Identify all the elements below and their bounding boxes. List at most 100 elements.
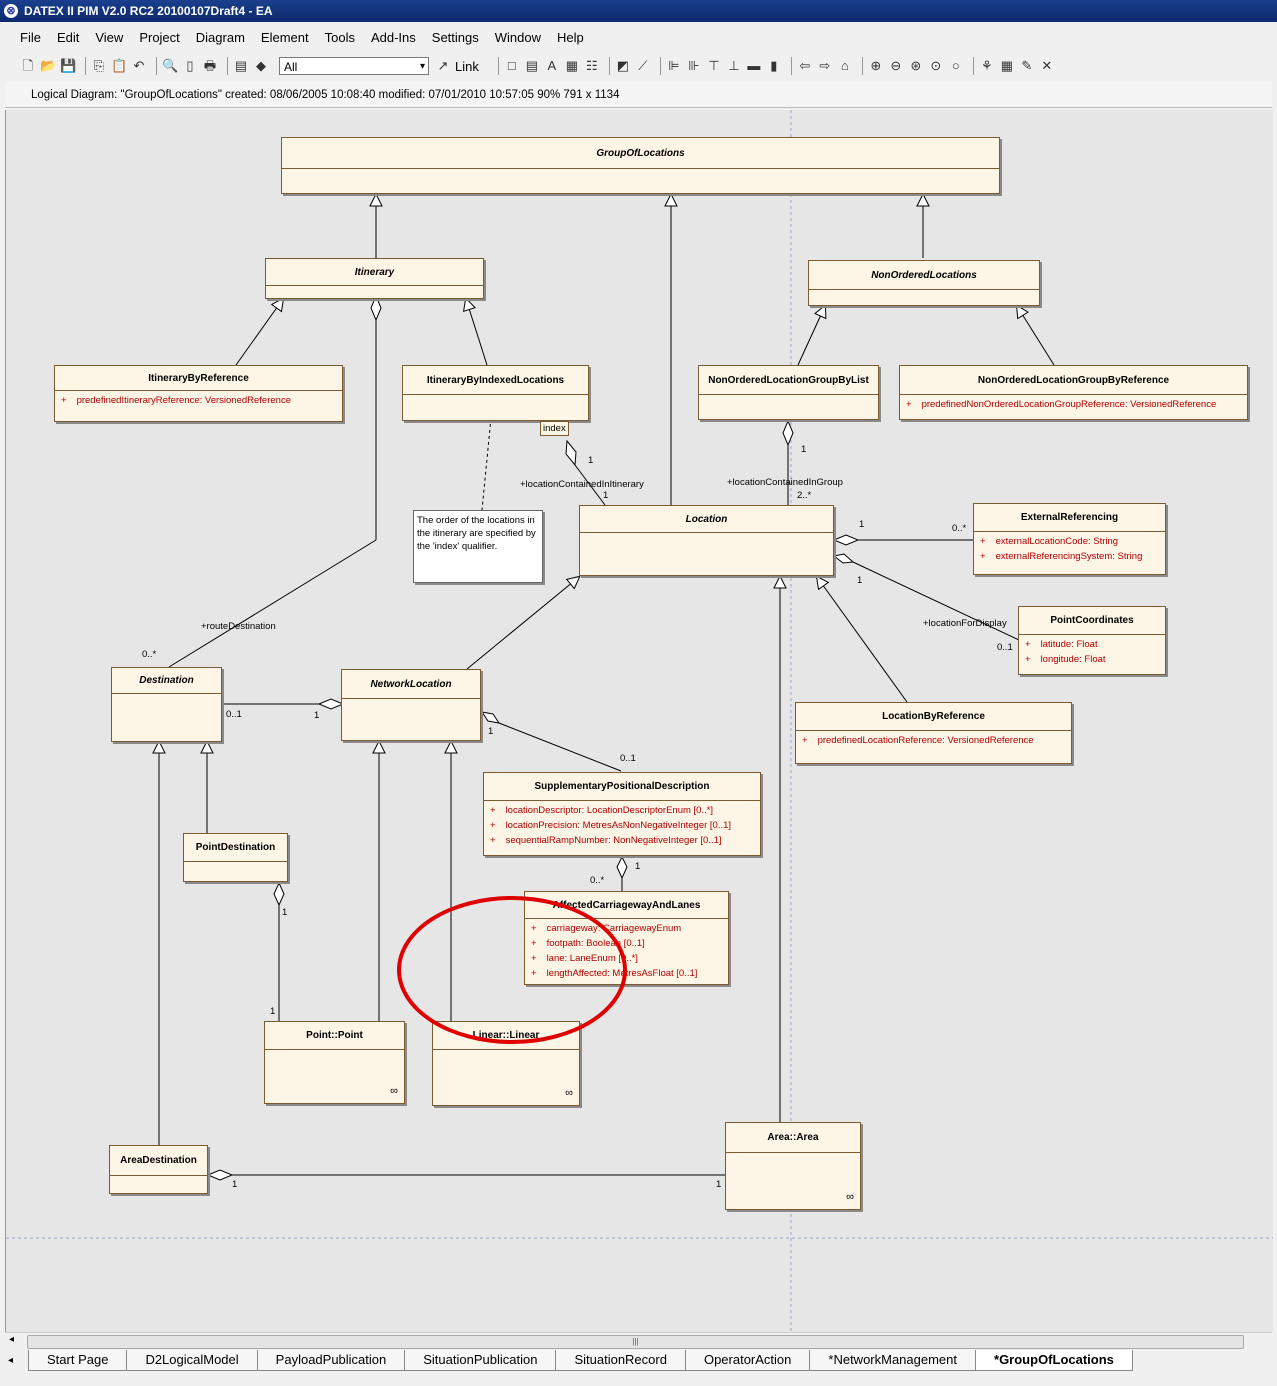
multiplicity-label: 1 <box>859 519 865 530</box>
forward-icon[interactable]: ⇨ <box>817 58 833 74</box>
class-non-ordered-by-reference[interactable]: NonOrderedLocationGroupByReference + pred… <box>899 365 1248 420</box>
book-icon[interactable]: ◆ <box>253 58 269 74</box>
multiplicity-label: 0..1 <box>997 642 1013 653</box>
menu-add-ins[interactable]: Add-Ins <box>371 30 416 45</box>
close-icon[interactable]: ✕ <box>1039 58 1055 74</box>
class-name: NonOrderedLocations <box>809 261 1039 290</box>
menu-file[interactable]: File <box>20 30 41 45</box>
menu-edit[interactable]: Edit <box>57 30 79 45</box>
zoom-fit-icon[interactable]: ⊛ <box>908 58 924 74</box>
same-height-icon[interactable]: ▮ <box>766 58 782 74</box>
align-left-icon[interactable]: ⊫ <box>666 58 682 74</box>
legend-icon[interactable]: ☷ <box>584 58 600 74</box>
undo-icon[interactable]: ↶ <box>131 58 147 74</box>
class-point-coordinates[interactable]: PointCoordinates + latitude: Float + longi… <box>1018 606 1166 675</box>
link-arrow-icon[interactable]: ↗ <box>435 58 451 74</box>
class-location-by-reference[interactable]: LocationByReference + predefinedLocationR… <box>795 702 1072 764</box>
class-point[interactable]: Point::Point ∞ <box>264 1021 405 1104</box>
zoom-out-icon[interactable]: ⊖ <box>888 58 904 74</box>
menu-help[interactable]: Help <box>557 30 584 45</box>
grid-icon[interactable]: ▦ <box>999 58 1015 74</box>
toolbar-separator <box>608 57 610 75</box>
class-area[interactable]: Area::Area ∞ <box>725 1122 861 1210</box>
search-icon[interactable]: ○ <box>948 58 964 74</box>
class-point-destination[interactable]: PointDestination <box>183 833 288 882</box>
class-name: ItineraryByReference <box>55 366 342 391</box>
filter-combo[interactable]: All <box>279 57 429 76</box>
class-itinerary[interactable]: Itinerary <box>265 258 484 299</box>
class-non-ordered-by-list[interactable]: NonOrderedLocationGroupByList <box>698 365 879 420</box>
tab-payloadpublication[interactable]: PayloadPublication <box>256 1350 406 1371</box>
print-preview-icon[interactable]: 🔍 <box>162 58 178 74</box>
paste-icon[interactable]: 📋 <box>111 58 127 74</box>
zoom-in-icon[interactable]: ⊕ <box>868 58 884 74</box>
tab-start-page[interactable]: Start Page <box>28 1350 128 1371</box>
class-group-of-locations[interactable]: GroupOfLocations <box>281 137 1000 194</box>
class-non-ordered-locations[interactable]: NonOrderedLocations <box>808 260 1040 306</box>
tab-operatoraction[interactable]: OperatorAction <box>684 1350 811 1371</box>
tab-situationpublication[interactable]: SituationPublication <box>404 1350 557 1371</box>
home-icon[interactable]: ⌂ <box>837 58 853 74</box>
multiplicity-label: 1 <box>232 1179 238 1190</box>
diagram-canvas[interactable]: GroupOfLocations Itinerary NonOrderedLoc… <box>5 110 1273 1332</box>
horizontal-scrollbar[interactable]: ◂ ||| <box>5 1332 1272 1349</box>
tab-scroll-left-icon[interactable]: ◂ <box>8 1350 28 1372</box>
text-icon[interactable]: A <box>544 58 560 74</box>
link-infinity-icon: ∞ <box>390 1085 398 1097</box>
back-icon[interactable]: ⇦ <box>797 58 813 74</box>
menu-tools[interactable]: Tools <box>325 30 355 45</box>
menu-element[interactable]: Element <box>261 30 309 45</box>
tab-networkmanagement[interactable]: *NetworkManagement <box>809 1350 977 1371</box>
menu-window[interactable]: Window <box>495 30 541 45</box>
toolbar-separator <box>85 57 86 75</box>
class-name: GroupOfLocations <box>282 138 999 169</box>
toolbar-separator <box>972 57 974 75</box>
zoom-100-icon[interactable]: ⊙ <box>928 58 944 74</box>
boundary-icon[interactable]: ▦ <box>564 58 580 74</box>
connector-icon[interactable]: ⟋ <box>635 58 651 74</box>
tab-groupoflocations[interactable]: *GroupOfLocations <box>975 1350 1133 1371</box>
align-right-icon[interactable]: ⊪ <box>686 58 702 74</box>
scroll-left-icon[interactable]: ◂ <box>9 1334 14 1345</box>
class-itinerary-by-reference[interactable]: ItineraryByReference + predefinedItinerar… <box>54 365 343 422</box>
same-width-icon[interactable]: ▬ <box>746 58 762 74</box>
multiplicity-label: 1 <box>603 490 609 501</box>
attribute-text: predefinedNonOrderedLocationGroupReferen… <box>921 399 1217 410</box>
class-area-destination[interactable]: AreaDestination <box>109 1145 208 1194</box>
toolbar-separator <box>790 57 792 75</box>
tree-icon[interactable]: ⚘ <box>979 58 995 74</box>
index-qualifier: index <box>540 421 569 436</box>
page-setup-icon[interactable]: ▯ <box>182 58 198 74</box>
class-external-referencing[interactable]: ExternalReferencing + externalLocationCod… <box>973 503 1166 575</box>
brush-icon[interactable]: ✎ <box>1019 58 1035 74</box>
class-itinerary-by-indexed-locations[interactable]: ItineraryByIndexedLocations <box>402 365 589 421</box>
copy-icon[interactable]: ⎘ <box>91 58 107 74</box>
rectangle-icon[interactable]: □ <box>504 58 520 74</box>
new-file-icon[interactable]: 🗋 <box>20 58 36 74</box>
class-destination[interactable]: Destination <box>111 667 222 742</box>
align-top-icon[interactable]: ⊤ <box>706 58 722 74</box>
tab-d2logicalmodel[interactable]: D2LogicalModel <box>126 1350 258 1371</box>
menu-settings[interactable]: Settings <box>432 30 479 45</box>
menu-diagram[interactable]: Diagram <box>196 30 245 45</box>
link-button[interactable]: Link <box>455 59 479 74</box>
open-folder-icon[interactable]: 📂 <box>40 58 56 74</box>
tab-situationrecord[interactable]: SituationRecord <box>555 1350 686 1371</box>
note-icon[interactable]: ▤ <box>524 58 540 74</box>
menu-view[interactable]: View <box>95 30 123 45</box>
document-icon[interactable]: ▤ <box>233 58 249 74</box>
align-bottom-icon[interactable]: ⊥ <box>726 58 742 74</box>
class-name: NetworkLocation <box>342 670 480 699</box>
menu-project[interactable]: Project <box>139 30 179 45</box>
link-infinity-icon: ∞ <box>565 1087 573 1099</box>
scrollbar-thumb[interactable]: ||| <box>27 1335 1244 1349</box>
save-icon[interactable]: 💾 <box>60 58 76 74</box>
class-network-location[interactable]: NetworkLocation <box>341 669 481 741</box>
print-icon[interactable]: 🖶 <box>202 58 218 74</box>
class-location[interactable]: Location <box>579 505 834 576</box>
class-supplementary-positional-description[interactable]: SupplementaryPositionalDescription + loca… <box>483 772 761 856</box>
multiplicity-label: 0..* <box>590 875 605 886</box>
attribute-text: locationDescriptor: LocationDescriptorEn… <box>505 805 714 816</box>
attribute: + latitude: Float <box>1019 635 1165 653</box>
layout-icon[interactable]: ◩ <box>615 58 631 74</box>
